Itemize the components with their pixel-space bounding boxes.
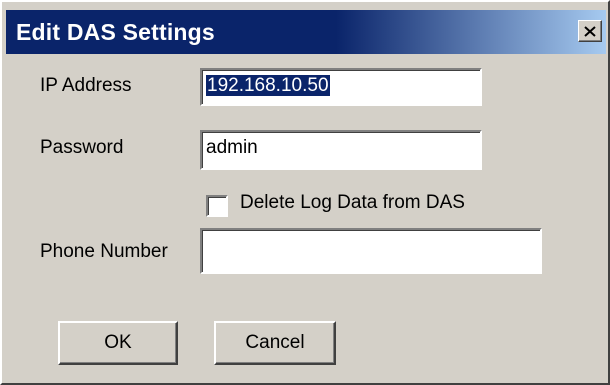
cancel-button[interactable]: Cancel bbox=[214, 321, 336, 365]
password-label: Password bbox=[40, 137, 124, 158]
phone-number-label: Phone Number bbox=[40, 241, 168, 262]
delete-log-label[interactable]: Delete Log Data from DAS bbox=[240, 192, 465, 214]
ip-address-label: IP Address bbox=[40, 75, 132, 96]
ip-address-field[interactable]: 192.168.10.50 bbox=[200, 68, 482, 106]
close-button[interactable] bbox=[578, 20, 602, 42]
password-value: admin bbox=[206, 137, 258, 158]
close-icon bbox=[584, 25, 596, 37]
ok-button[interactable]: OK bbox=[58, 321, 178, 365]
window-title: Edit DAS Settings bbox=[16, 19, 215, 45]
phone-number-field[interactable] bbox=[200, 228, 542, 274]
edit-das-settings-dialog: Edit DAS Settings IP Address 192.168.10.… bbox=[0, 0, 610, 385]
title-bar[interactable]: Edit DAS Settings bbox=[6, 10, 606, 54]
cancel-button-label: Cancel bbox=[245, 332, 305, 353]
delete-log-checkbox[interactable] bbox=[206, 195, 228, 217]
ok-button-label: OK bbox=[104, 332, 132, 353]
ip-address-value: 192.168.10.50 bbox=[206, 75, 330, 96]
password-field[interactable]: admin bbox=[200, 130, 482, 170]
